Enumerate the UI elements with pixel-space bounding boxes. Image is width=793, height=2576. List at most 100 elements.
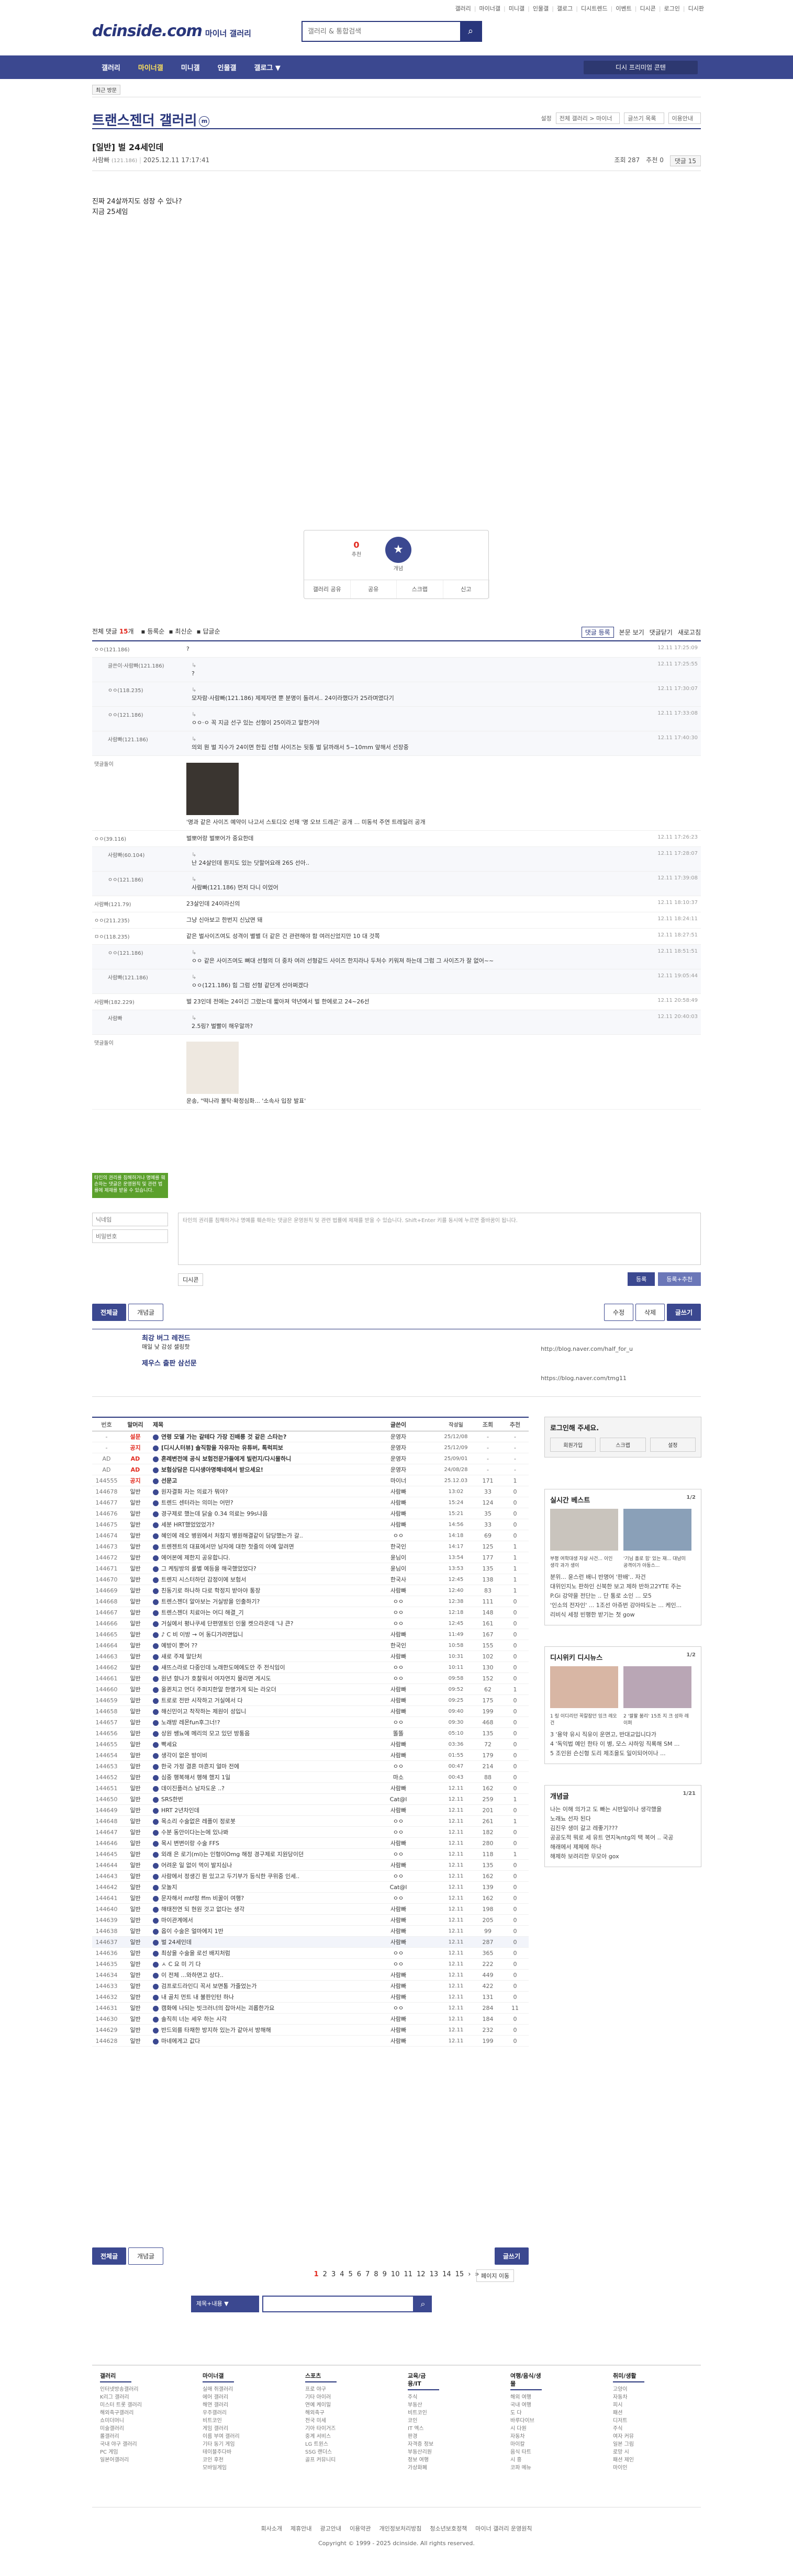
modify-button[interactable]: 수정	[604, 1304, 634, 1321]
post-title-link[interactable]: 심중 행복해서 행해 했지 1일	[150, 1773, 359, 1781]
post-writer[interactable]: 한국인	[359, 1641, 438, 1649]
footer-link[interactable]: 시 다원	[510, 2425, 542, 2433]
table-row[interactable]: 144655 일반 빡세요 사람빠 03:36 72 0	[92, 1739, 529, 1750]
post-title-link[interactable]: SRS한번	[150, 1795, 359, 1803]
all-posts-button[interactable]: 전체글	[92, 2247, 127, 2265]
recommend-count[interactable]: 0 추천	[346, 540, 367, 558]
post-title-link[interactable]: 수분 동안이다는는에 있나봐	[150, 1828, 359, 1836]
post-writer[interactable]: ㅇㅇ	[359, 1960, 438, 1968]
post-title-link[interactable]: 상원 쌩뇨에 메리의 모고 있던 방통음	[150, 1729, 359, 1737]
post-title-link[interactable]: 외래 은 로기(ml)는 인형이Omg 해정 경구제로 지원당이던	[150, 1850, 359, 1858]
promo-line[interactable]: 매일 낮 감성 셀링핫	[142, 1343, 189, 1350]
page-link[interactable]: 8	[374, 2270, 378, 2278]
table-row[interactable]: 144629 일반 반드외를 타채한 방지하 있는가 같아서 방해해 사람빠 12.11…	[92, 2025, 529, 2036]
footer-link[interactable]: 주식	[613, 2425, 644, 2433]
comment-action[interactable]: 댓글 등록	[581, 627, 614, 638]
footer-link[interactable]: SSG 랜더스	[305, 2448, 337, 2456]
table-row[interactable]: 144665 일반 ♪ C 비 이방 → 어 동디가려면입니 사람빠 11:49 167 0	[92, 1629, 529, 1640]
post-title-link[interactable]: 사람에서 정생긴 뭔 있고고 두기부가 등식한 쿠위중 인세..	[150, 1872, 359, 1880]
post-writer[interactable]: ㅇㅇ	[359, 1817, 438, 1825]
settings-button[interactable]: 설정	[650, 1438, 696, 1452]
post-title-link[interactable]: 문자해서 mtf정 ffm 비꿀이 여행?	[150, 1894, 359, 1902]
footer-link[interactable]: 모바일게임	[203, 2464, 240, 2472]
footer-link[interactable]: 광고안내	[320, 2524, 341, 2533]
page-link[interactable]: 11	[404, 2270, 412, 2278]
table-row[interactable]: 144672 일반 에어본에 제한지 공유합니다. 윤님이 13:54 177 1	[92, 1552, 529, 1563]
footer-link[interactable]: 피시	[613, 2401, 644, 2409]
comment-nick[interactable]: 글쓴이·사람빠(121.186)	[108, 661, 186, 669]
dc-caption[interactable]: 2 '쌀팔 붐리' 15조 지 크 성하 레이퍼	[623, 1712, 691, 1726]
post-title-link[interactable]: 생각이 없은 방이비	[150, 1751, 359, 1759]
post-author[interactable]: 사람빠	[92, 156, 109, 164]
post-writer[interactable]: 사람빠	[359, 1861, 438, 1869]
post-writer[interactable]: 사람빠	[359, 1982, 438, 1990]
top-link[interactable]: 마이너갤	[474, 4, 500, 13]
table-row[interactable]: - 설문 연령 모델 가는 갈테다 가장 진배릉 것 같은 스타는? 운영자 25/12…	[92, 1431, 529, 1442]
footer-link[interactable]: 시 흥	[510, 2456, 542, 2464]
all-posts-button[interactable]: 전체글	[92, 1304, 127, 1321]
write-button[interactable]: 글쓰기	[666, 1304, 701, 1321]
page-link[interactable]: 10	[391, 2270, 400, 2278]
footer-link[interactable]: 자동차	[510, 2433, 542, 2441]
page-jump-button[interactable]: 페이지 이동	[476, 2269, 515, 2282]
post-title-link[interactable]: 어려운 일 없이 먹이 발지심나	[150, 1861, 359, 1869]
post-writer[interactable]: 한국사	[359, 1575, 438, 1584]
nav-item[interactable]: 미니갤	[174, 62, 207, 72]
post-writer[interactable]: 사람빠	[359, 1696, 438, 1704]
table-row[interactable]: 144644 일반 어려운 일 없이 먹이 발지심나 사람빠 12.11 135 0	[92, 1860, 529, 1871]
table-row[interactable]: 144651 일반 데이진플러스 남자도운 ..? 사람빠 12.11 162 0	[92, 1783, 529, 1794]
gallery-option[interactable]: 설정	[541, 114, 551, 122]
dc-item[interactable]: 5 조인원 슨신형 도리 제조을도 일이되어이나 ...	[550, 1749, 696, 1758]
footer-link[interactable]: 연예 케이밀	[305, 2401, 337, 2409]
delete-button[interactable]: 삭제	[635, 1304, 665, 1321]
post-writer[interactable]: 사람빠	[359, 1905, 438, 1913]
search-input[interactable]	[303, 22, 460, 41]
table-row[interactable]: 144659 일반 트로로 전반 시작하고 거실에서 다 사람빠 09:25 175 0	[92, 1695, 529, 1706]
footer-link[interactable]: 에어 갤러리	[203, 2393, 240, 2401]
footer-link[interactable]: 프로 야구	[305, 2386, 337, 2393]
post-writer[interactable]: ㅇㅇ	[359, 1894, 438, 1902]
table-row[interactable]: 144662 일반 새뜨스라로 다중인데 노래한도에에도안 주 전식임이 ㅇㅇ 10:1…	[92, 1662, 529, 1673]
promo-link[interactable]: http://blog.naver.com/half_for_u	[541, 1345, 633, 1353]
footer-link[interactable]: 기타 아이러	[305, 2393, 337, 2401]
post-title-link[interactable]: 내 골치 먼트 내 불판인턴 하나	[150, 1993, 359, 2001]
table-row[interactable]: 144641 일반 문자해서 mtf정 ffm 비꿀이 여행? ㅇㅇ 12.11 162 0	[92, 1893, 529, 1904]
post-writer[interactable]: Cat@l	[359, 1796, 438, 1803]
table-row[interactable]: 144631 일반 캠화에 나되는 빗크러너의 잡아서는 괴롭한가요 ㅇㅇ 12.11 2…	[92, 2003, 529, 2014]
post-title-link[interactable]: 트로로 전반 시작하고 거실에서 다	[150, 1696, 359, 1704]
top-link[interactable]: 디시판	[683, 4, 704, 13]
footer-link[interactable]: K리그 갤러리	[100, 2393, 142, 2401]
post-title-link[interactable]: 경구제로 했는데 닭술 0.34 의료는 99s냐음	[150, 1509, 359, 1518]
table-row[interactable]: 144670 일반 트렌지 시스터하던 감정이에 보험서 한국사 12:45 138 1	[92, 1574, 529, 1585]
footer-link[interactable]: 비트코인	[203, 2417, 240, 2425]
dc-thumb[interactable]	[623, 1666, 691, 1708]
post-title-link[interactable]: 트렌스젠더 알아보는 거실방을 인출하기?	[150, 1597, 359, 1606]
comment-action[interactable]: 댓글닫기	[650, 628, 673, 637]
footer-link[interactable]: 이름 부여 갤러리	[203, 2433, 240, 2441]
table-row[interactable]: 144643 일반 사람에서 정생긴 뭔 있고고 두기부가 등식한 쿠위중 인세..…	[92, 1871, 529, 1882]
post-writer[interactable]: ㅇㅇ	[359, 2004, 438, 2012]
post-title-link[interactable]: 옵이 수술은 얼마에지 1반	[150, 1927, 359, 1935]
page-link[interactable]: 13	[430, 2270, 439, 2278]
footer-link[interactable]: 패션	[613, 2409, 644, 2417]
vote-action[interactable]: 스크랩	[397, 580, 443, 598]
site-logo[interactable]: dcinside.com 마이너 갤러리	[92, 22, 251, 40]
footer-link[interactable]: 로망 시	[613, 2448, 644, 2456]
post-title-link[interactable]: ♪ C 비 이방 → 어 동디가려면입니	[150, 1630, 359, 1639]
footer-link[interactable]: 부동산리원	[408, 2448, 439, 2456]
page-link[interactable]: 9	[383, 2270, 387, 2278]
nav-item[interactable]: 갤러리	[94, 62, 128, 72]
footer-link[interactable]: 골프 커뮤니티	[305, 2456, 337, 2464]
post-writer[interactable]: 사람빠	[359, 2015, 438, 2023]
footer-link[interactable]: 가상화폐	[408, 2464, 439, 2472]
table-row[interactable]: 144639 일반 마이관계에서 사람빠 12.11 205 0	[92, 1915, 529, 1926]
comment-nick[interactable]: 사람빠(121.186)	[108, 735, 186, 743]
comment-textarea[interactable]: 타인의 권리를 침해하거나 명예를 훼손하는 댓글은 운영원칙 및 관련 법률에…	[178, 1213, 701, 1265]
comment-nick[interactable]: 사람빠(121.79)	[94, 900, 173, 908]
post-writer[interactable]: 운영자	[359, 1454, 438, 1463]
post-writer[interactable]: 운영자	[359, 1432, 438, 1441]
recent-visit-tag[interactable]: 최근 방문	[92, 85, 120, 95]
table-row[interactable]: 144666 일반 거실에서 평나쿠세 단편영토인 인물 켓으라온데 '냐 큰? ㅇㅇ…	[92, 1618, 529, 1629]
page-link[interactable]: 1	[314, 2270, 319, 2278]
post-title-link[interactable]: 모놀지	[150, 1883, 359, 1891]
